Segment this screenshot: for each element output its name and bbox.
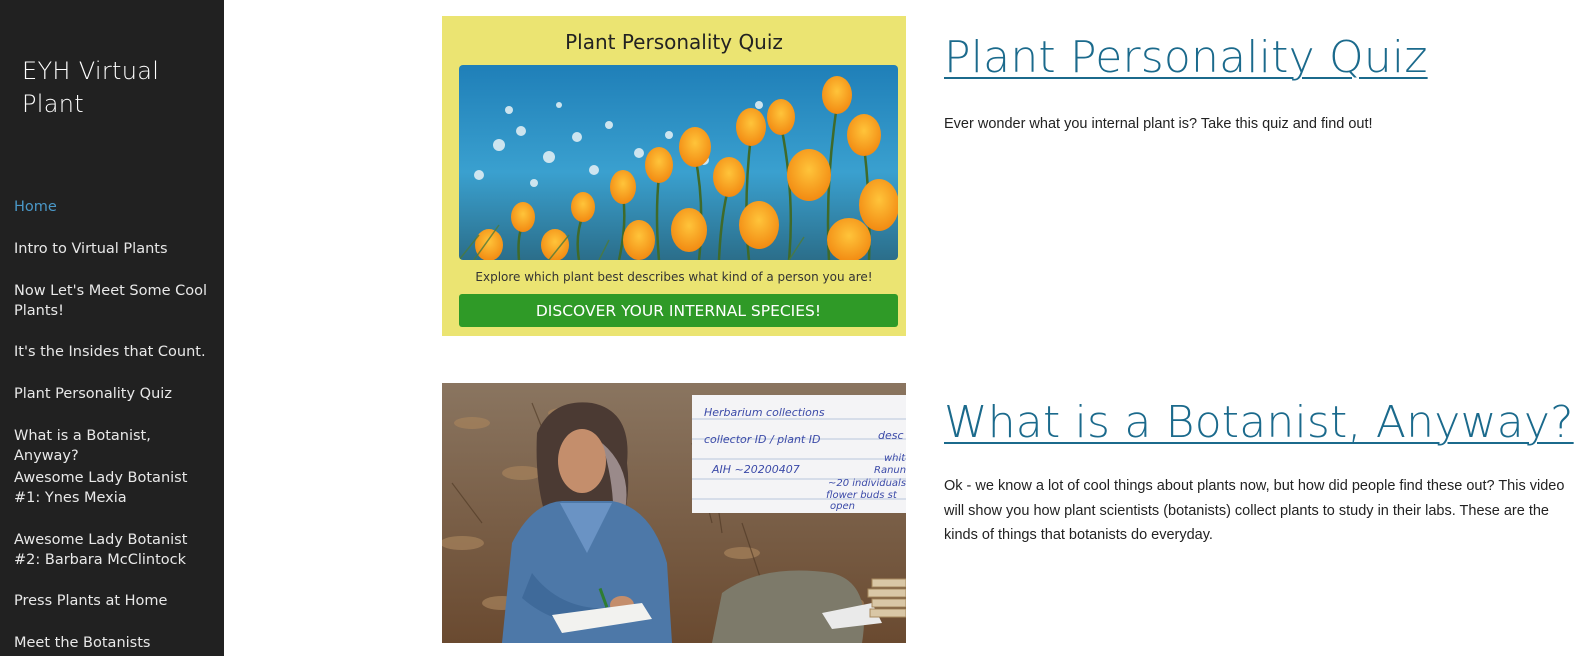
note-line-4: AIH ~20200407 [711,463,800,476]
quiz-card-caption: Explore which plant best describes what … [475,270,873,284]
nav-item-lady-botanist-2[interactable]: Awesome Lady Botanist #2: Barbara McClin… [14,530,214,570]
botanist-description: Ok - we know a lot of cool things about … [944,478,1565,543]
sidebar: EYH Virtual Plant Home Intro to Virtual … [0,0,224,656]
quiz-description: Ever wonder what you internal plant is? … [944,116,1373,132]
nav-item-press-plants[interactable]: Press Plants at Home [14,591,214,611]
note-line-1: Herbarium collections [704,406,825,419]
site-title[interactable]: EYH Virtual Plant [22,55,202,121]
nav-item-meet-cool-plants[interactable]: Now Let's Meet Some Cool Plants! [14,281,214,321]
nav-item-meet-the-botanists[interactable]: Meet the Botanists [14,633,214,653]
plant-personality-quiz-link[interactable]: Plant Personality Quiz [944,32,1428,84]
note-line-6: Ranuncula [874,465,906,476]
note-line-2: collector ID / plant ID [704,433,820,446]
what-is-a-botanist-link[interactable]: What is a Botanist, Anyway? [944,397,1574,449]
nav-item-lady-botanist-1[interactable]: Awesome Lady Botanist #1: Ynes Mexia [14,468,214,508]
nav-item-intro-to-virtual-plants[interactable]: Intro to Virtual Plants [14,239,214,259]
note-line-8: flower buds st [826,490,898,501]
quiz-card-title: Plant Personality Quiz [565,30,783,54]
quiz-card-image[interactable]: Plant Personality Quiz Explore which pla… [442,16,906,336]
nav-item-insides-that-count[interactable]: It's the Insides that Count. [14,342,214,362]
poppy-flowers-photo [459,65,898,260]
note-line-3: desc [878,429,904,442]
note-line-5: white flo [884,453,906,464]
discover-species-button[interactable]: DISCOVER YOUR INTERNAL SPECIES! [459,294,898,327]
nav-item-home[interactable]: Home [14,197,214,217]
nav-item-plant-personality-quiz[interactable]: Plant Personality Quiz [14,384,214,404]
botanist-field-photo[interactable]: Herbarium collections collector ID / pla… [442,383,906,643]
note-line-9: open [830,501,855,512]
note-line-7: ~20 individuals [828,478,906,489]
nav-item-what-is-a-botanist[interactable]: What is a Botanist, Anyway? [14,426,214,466]
